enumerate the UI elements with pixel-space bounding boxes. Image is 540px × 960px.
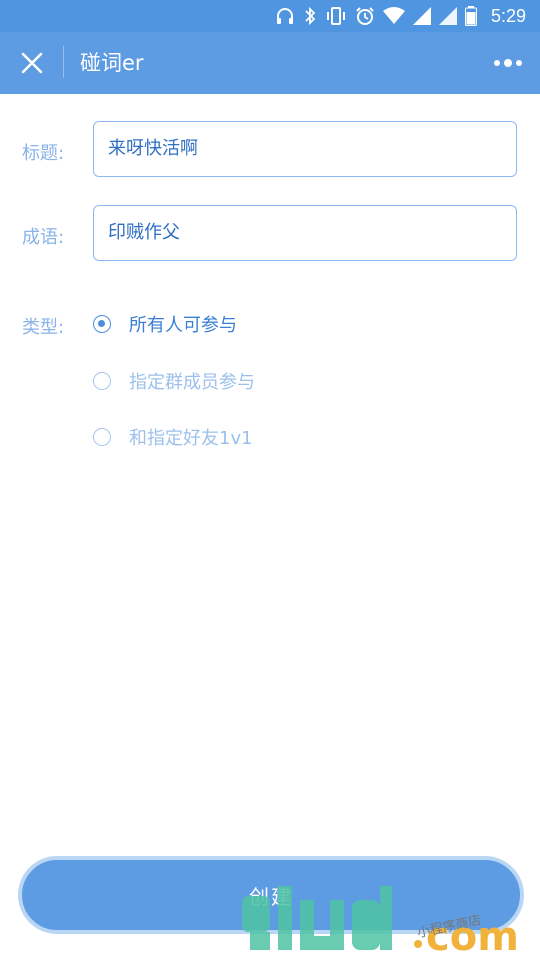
vibrate-icon bbox=[326, 7, 345, 25]
more-icon-dot bbox=[504, 59, 512, 67]
create-button[interactable]: 创建 bbox=[18, 856, 524, 934]
close-icon bbox=[21, 52, 43, 74]
radio-unchecked-icon bbox=[93, 428, 111, 446]
signal-icon-2 bbox=[438, 7, 457, 25]
idiom-label: 成语: bbox=[22, 227, 65, 248]
page-title: 碰词er bbox=[80, 51, 144, 75]
radio-option-everyone[interactable]: 所有人可参与 bbox=[93, 309, 237, 339]
more-icon-dot bbox=[494, 60, 500, 66]
alarm-icon bbox=[356, 7, 374, 25]
radio-unchecked-icon bbox=[93, 372, 111, 390]
status-bar: 5:29 bbox=[0, 0, 540, 32]
status-time: 5:29 bbox=[490, 5, 526, 26]
create-button-label: 创建 bbox=[249, 884, 293, 909]
title-label: 标题: bbox=[22, 143, 65, 164]
signal-icon bbox=[412, 7, 431, 25]
more-icon-dot bbox=[516, 60, 522, 66]
close-button[interactable] bbox=[14, 45, 50, 81]
radio-label: 指定群成员参与 bbox=[129, 372, 255, 393]
status-icons: 5:29 bbox=[275, 0, 526, 32]
title-input[interactable]: 来呀快活啊 bbox=[93, 121, 517, 177]
radio-checked-icon bbox=[93, 315, 111, 333]
more-button[interactable] bbox=[490, 45, 526, 81]
idiom-input[interactable]: 印贼作父 bbox=[93, 205, 517, 261]
radio-label: 和指定好友1v1 bbox=[129, 428, 253, 449]
headphones-icon bbox=[276, 8, 293, 24]
battery-icon bbox=[464, 6, 477, 26]
nav-bar: 碰词er bbox=[0, 32, 540, 94]
radio-option-friend-1v1[interactable]: 和指定好友1v1 bbox=[93, 422, 253, 452]
radio-label: 所有人可参与 bbox=[129, 315, 237, 336]
type-label: 类型: bbox=[22, 317, 65, 338]
wifi-icon bbox=[382, 7, 405, 24]
nav-divider bbox=[63, 46, 64, 78]
bluetooth-icon bbox=[305, 6, 316, 26]
radio-option-group-members[interactable]: 指定群成员参与 bbox=[93, 366, 255, 396]
